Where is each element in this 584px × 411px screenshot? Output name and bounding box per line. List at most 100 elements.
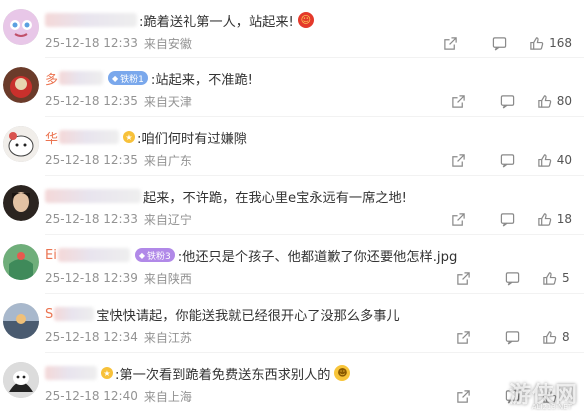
comment-meta: 25-12-18 12:40 来自上海 xyxy=(45,387,192,405)
comment-line: 起来，不许跪，在我心里e宝永远有一席之地! xyxy=(45,185,574,207)
username-visible[interactable]: Ei xyxy=(45,248,57,263)
fan-badge-label: 铁粉1 xyxy=(120,74,144,85)
username-blurred[interactable] xyxy=(59,71,104,85)
like-button[interactable]: 40 xyxy=(537,153,572,168)
avatar[interactable] xyxy=(3,244,39,280)
comment-actions: 8 xyxy=(456,328,572,346)
thumbs-up-icon xyxy=(537,94,552,109)
comment-text: :他还只是个孩子、他都道歉了你还要他怎样.jpg xyxy=(177,249,458,265)
comment-meta: 25-12-18 12:35 来自天津 xyxy=(45,92,192,110)
share-icon[interactable] xyxy=(456,271,471,286)
comment-date: 25-12-18 12:40 xyxy=(45,389,138,403)
comment-item: 起来，不许跪，在我心里e宝永远有一席之地! 25-12-18 12:33 来自辽宁 1… xyxy=(0,176,584,234)
avatar[interactable] xyxy=(3,303,39,339)
like-count: 168 xyxy=(549,36,572,50)
vip-icon: ★ xyxy=(123,131,136,143)
comment-location: 来自上海 xyxy=(143,389,192,404)
username-blurred[interactable] xyxy=(45,366,97,380)
comment-item: Ei ◆ 铁粉3:他还只是个孩子、他都道歉了你还要他怎样.jpg 25-12-18 1… xyxy=(0,235,584,293)
comment-line: S 宝快快请起，你能送我就已经很开心了没那么多事儿 xyxy=(45,303,574,325)
comment-meta: 25-12-18 12:39 来自陕西 xyxy=(45,269,192,287)
comment-location: 来自广东 xyxy=(143,153,192,168)
comment-text: 起来，不许跪，在我心里e宝永远有一席之地! xyxy=(143,190,407,206)
vip-icon: ★ xyxy=(101,367,113,379)
like-button[interactable]: 18 xyxy=(537,212,572,227)
share-icon[interactable] xyxy=(456,389,471,404)
share-icon[interactable] xyxy=(451,212,466,227)
thumbs-up-icon xyxy=(537,153,552,168)
comment-item: :跪着送礼第一人，站起来! ☺ 25-12-18 12:33 来自安徽 168 xyxy=(0,0,584,58)
comment-location: 来自辽宁 xyxy=(143,212,192,227)
comment-date: 25-12-18 12:33 xyxy=(45,212,138,226)
like-button[interactable]: 8 xyxy=(542,330,572,345)
comment-actions: 40 xyxy=(451,151,572,169)
comment-meta: 25-12-18 12:33 来自安徽 xyxy=(45,34,192,52)
avatar[interactable] xyxy=(3,67,39,103)
like-count: 8 xyxy=(562,330,570,344)
reply-icon[interactable] xyxy=(500,153,515,168)
comment-date: 25-12-18 12:35 xyxy=(45,153,138,167)
comment-actions: 18 xyxy=(451,210,572,228)
comment-location: 来自陕西 xyxy=(143,271,192,286)
laugh-emoji: ☺ xyxy=(297,12,314,28)
comment-date: 25-12-18 12:34 xyxy=(45,330,138,344)
like-button[interactable]: 5 xyxy=(542,271,572,286)
share-icon[interactable] xyxy=(451,94,466,109)
fan-badge-label: 铁粉3 xyxy=(146,251,171,262)
comment-text: 宝快快请起，你能送我就已经很开心了没那么多事儿 xyxy=(96,308,400,324)
comment-item: ★:第一次看到跪着免费送东西求别人的 ☻ 25-12-18 12:40 来自上海 xyxy=(0,353,584,411)
username-visible[interactable]: 华 xyxy=(45,128,58,147)
comment-text: :跪着送礼第一人，站起来! xyxy=(139,14,294,30)
share-icon[interactable] xyxy=(456,330,471,345)
reply-icon[interactable] xyxy=(505,330,520,345)
username-visible[interactable]: S xyxy=(45,307,53,322)
share-icon[interactable] xyxy=(451,153,466,168)
comment-meta: 25-12-18 12:35 来自广东 xyxy=(45,151,192,169)
comment-actions: 168 xyxy=(443,34,572,52)
comment-list: :跪着送礼第一人，站起来! ☺ 25-12-18 12:33 来自安徽 168 多 ◆ 铁粉1… xyxy=(0,0,584,411)
avatar[interactable] xyxy=(3,9,39,45)
reply-icon[interactable] xyxy=(505,271,520,286)
thumbs-up-icon xyxy=(537,212,552,227)
site-watermark-sub: ALI213.NET xyxy=(531,403,572,411)
comment-actions: 5 xyxy=(456,269,572,287)
username-blurred[interactable] xyxy=(59,130,120,144)
comment-location: 来自江苏 xyxy=(143,330,192,345)
comment-line: 华 ★:咱们何时有过嫌隙 xyxy=(45,126,574,148)
reply-icon[interactable] xyxy=(500,212,515,227)
comment-line: 多 ◆ 铁粉1:站起来，不准跪! xyxy=(45,67,574,89)
username-blurred[interactable] xyxy=(45,13,137,27)
comment-date: 25-12-18 12:33 xyxy=(45,36,138,50)
username-blurred[interactable] xyxy=(57,248,130,262)
reply-icon[interactable] xyxy=(500,94,515,109)
grin-emoji: ☻ xyxy=(334,365,351,381)
comment-text: :咱们何时有过嫌隙 xyxy=(137,131,247,147)
fan-badge[interactable]: ◆ 铁粉1 xyxy=(108,71,148,85)
share-icon[interactable] xyxy=(443,36,458,51)
reply-icon[interactable] xyxy=(492,36,507,51)
comment-actions: 80 xyxy=(451,92,572,110)
comment-text: :站起来，不准跪! xyxy=(150,72,253,88)
username-blurred[interactable] xyxy=(45,189,141,203)
like-count: 5 xyxy=(562,271,570,285)
diamond-icon: ◆ xyxy=(138,250,145,260)
comment-location: 来自天津 xyxy=(143,94,192,109)
like-button[interactable]: 80 xyxy=(537,94,572,109)
diamond-icon: ◆ xyxy=(112,73,119,83)
comment-location: 来自安徽 xyxy=(143,36,192,51)
comment-line: :跪着送礼第一人，站起来! ☺ xyxy=(45,9,574,31)
like-count: 18 xyxy=(556,212,572,226)
username-visible[interactable]: 多 xyxy=(45,69,58,88)
fan-badge[interactable]: ◆ 铁粉3 xyxy=(134,248,175,262)
username-blurred[interactable] xyxy=(54,307,95,321)
comment-meta: 25-12-18 12:33 来自辽宁 xyxy=(45,210,192,228)
avatar[interactable] xyxy=(3,185,39,221)
thumbs-up-icon xyxy=(542,271,557,286)
thumbs-up-icon xyxy=(529,36,544,51)
comment-item: 华 ★:咱们何时有过嫌隙 25-12-18 12:35 来自广东 40 xyxy=(0,117,584,175)
comment-meta: 25-12-18 12:34 来自江苏 xyxy=(45,328,192,346)
comment-item: 多 ◆ 铁粉1:站起来，不准跪! 25-12-18 12:35 来自天津 80 xyxy=(0,58,584,116)
avatar[interactable] xyxy=(3,362,39,398)
like-button[interactable]: 168 xyxy=(529,36,572,51)
avatar[interactable] xyxy=(3,126,39,162)
